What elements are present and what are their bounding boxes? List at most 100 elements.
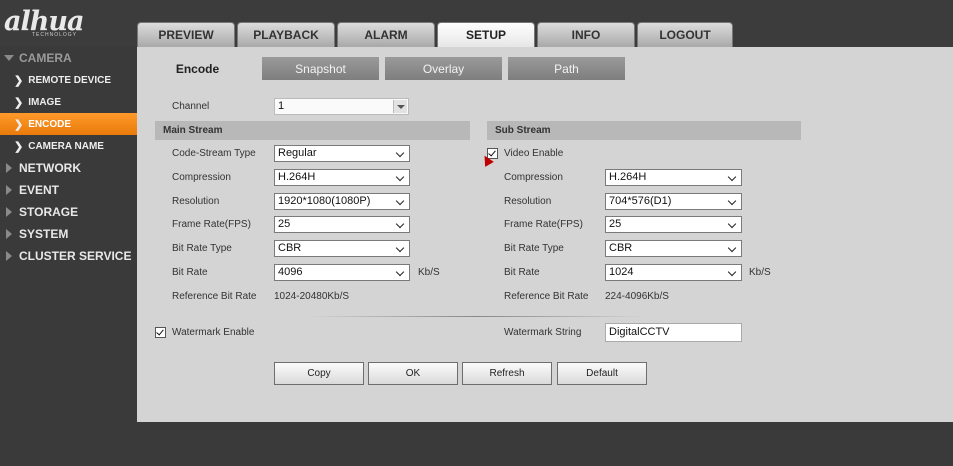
channel-select[interactable]: 1 xyxy=(274,98,409,115)
main-bit-rate-type-label: Bit Rate Type xyxy=(172,243,232,254)
dropdown-arrow-icon xyxy=(393,100,407,113)
sub-resolution-select[interactable]: 704*576(D1) xyxy=(605,193,742,210)
sidebar-item-camera-name[interactable]: ❯ CAMERA NAME xyxy=(0,135,137,157)
sub-bit-rate-unit: Kb/S xyxy=(749,267,771,278)
dropdown-arrow-icon xyxy=(727,267,739,278)
logo-subtext: TECHNOLOGY xyxy=(32,32,78,38)
watermark-string-label: Watermark String xyxy=(504,327,582,338)
chevron-right-icon: ❯ xyxy=(14,118,24,131)
sub-frame-rate-label: Frame Rate(FPS) xyxy=(504,219,583,230)
main-resolution-label: Resolution xyxy=(172,196,220,207)
watermark-enable-label: Watermark Enable xyxy=(172,327,255,338)
sub-compression-value: H.264H xyxy=(609,171,647,183)
sidebar-item-label: ENCODE xyxy=(28,118,72,130)
sub-resolution-label: Resolution xyxy=(504,196,552,207)
refresh-button[interactable]: Refresh xyxy=(462,362,552,385)
tab-info[interactable]: INFO xyxy=(537,22,635,47)
main-bit-rate-unit: Kb/S xyxy=(418,267,440,278)
tab-preview[interactable]: PREVIEW xyxy=(137,22,235,47)
collapsed-triangle-icon xyxy=(6,163,12,173)
subtab-snapshot[interactable]: Snapshot xyxy=(262,57,379,80)
sidebar-item-image[interactable]: ❯ IMAGE xyxy=(0,91,137,113)
subtab-encode[interactable]: Encode xyxy=(139,57,256,80)
copy-button[interactable]: Copy xyxy=(274,362,364,385)
ok-button[interactable]: OK xyxy=(368,362,458,385)
sidebar-item-label: REMOTE DEVICE xyxy=(28,74,112,86)
check-icon xyxy=(156,327,164,336)
sidebar-item-remote-device[interactable]: ❯ REMOTE DEVICE xyxy=(0,69,137,91)
tab-logout[interactable]: LOGOUT xyxy=(637,22,733,47)
tab-alarm[interactable]: ALARM xyxy=(337,22,435,47)
video-enable-label: Video Enable xyxy=(504,148,564,159)
main-frame-rate-value: 25 xyxy=(278,218,291,230)
dropdown-arrow-icon xyxy=(395,196,407,207)
sub-frame-rate-select[interactable]: 25 xyxy=(605,216,742,233)
dropdown-arrow-icon xyxy=(727,243,739,254)
sidebar: CAMERA ❯ REMOTE DEVICE ❯ IMAGE ❯ ENCODE … xyxy=(0,47,137,466)
dropdown-arrow-icon xyxy=(395,172,407,183)
chevron-right-icon: ❯ xyxy=(14,74,24,87)
dropdown-arrow-icon xyxy=(395,219,407,230)
header: alhua TECHNOLOGY PREVIEW PLAYBACK ALARM … xyxy=(0,0,953,47)
subtab-path[interactable]: Path xyxy=(508,57,625,80)
main-frame-rate-select[interactable]: 25 xyxy=(274,216,410,233)
sidebar-section-label: EVENT xyxy=(19,183,60,197)
dropdown-arrow-icon xyxy=(727,219,739,230)
sidebar-section-storage[interactable]: STORAGE xyxy=(0,201,137,223)
top-navigation: PREVIEW PLAYBACK ALARM SETUP INFO LOGOUT xyxy=(137,22,735,47)
sub-bit-rate-type-select[interactable]: CBR xyxy=(605,240,742,257)
collapsed-triangle-icon xyxy=(6,251,12,261)
sub-compression-select[interactable]: H.264H xyxy=(605,169,742,186)
main-bit-rate-label: Bit Rate xyxy=(172,267,208,278)
encode-panel: Encode Snapshot Overlay Path Channel 1 M… xyxy=(137,47,953,422)
main-bit-rate-type-value: CBR xyxy=(278,242,302,254)
main-bit-rate-select[interactable]: 4096 xyxy=(274,264,410,281)
sub-frame-rate-value: 25 xyxy=(609,218,622,230)
sidebar-section-label: SYSTEM xyxy=(19,227,69,241)
sub-reference-bit-rate-label: Reference Bit Rate xyxy=(504,291,589,302)
sub-stream-header: Sub Stream xyxy=(487,121,801,140)
sub-bit-rate-label: Bit Rate xyxy=(504,267,540,278)
main-bit-rate-type-select[interactable]: CBR xyxy=(274,240,410,257)
dropdown-arrow-icon xyxy=(727,196,739,207)
code-stream-type-value: Regular xyxy=(278,147,317,159)
sidebar-section-system[interactable]: SYSTEM xyxy=(0,223,137,245)
dropdown-arrow-icon xyxy=(395,148,407,159)
main-reference-bit-rate-label: Reference Bit Rate xyxy=(172,291,257,302)
sub-resolution-value: 704*576(D1) xyxy=(609,195,672,207)
channel-label: Channel xyxy=(172,101,210,112)
sidebar-section-label: STORAGE xyxy=(19,205,79,219)
sidebar-item-label: CAMERA NAME xyxy=(28,140,104,152)
code-stream-type-label: Code-Stream Type xyxy=(172,148,256,159)
sidebar-section-label: CAMERA xyxy=(19,51,72,65)
sidebar-section-label: CLUSTER SERVICE xyxy=(19,249,132,263)
section-divider xyxy=(307,316,647,317)
sidebar-section-network[interactable]: NETWORK xyxy=(0,157,137,179)
default-button[interactable]: Default xyxy=(557,362,647,385)
sub-bit-rate-value: 1024 xyxy=(609,266,634,278)
sidebar-item-encode[interactable]: ❯ ENCODE xyxy=(0,113,137,135)
collapsed-triangle-icon xyxy=(6,185,12,195)
collapsed-triangle-icon xyxy=(6,207,12,217)
sub-reference-bit-rate-value: 224-4096Kb/S xyxy=(605,291,669,302)
main-frame-rate-label: Frame Rate(FPS) xyxy=(172,219,251,230)
subtab-overlay[interactable]: Overlay xyxy=(385,57,502,80)
main-compression-select[interactable]: H.264H xyxy=(274,169,410,186)
main-resolution-select[interactable]: 1920*1080(1080P) xyxy=(274,193,410,210)
sidebar-section-cluster-service[interactable]: CLUSTER SERVICE xyxy=(0,245,137,267)
collapsed-triangle-icon xyxy=(6,229,12,239)
watermark-enable-checkbox[interactable] xyxy=(155,327,166,338)
sidebar-section-event[interactable]: EVENT xyxy=(0,179,137,201)
watermark-string-input[interactable]: DigitalCCTV xyxy=(605,323,742,342)
tab-playback[interactable]: PLAYBACK xyxy=(237,22,335,47)
expanded-triangle-icon xyxy=(4,55,14,61)
sidebar-section-label: NETWORK xyxy=(19,161,81,175)
code-stream-type-select[interactable]: Regular xyxy=(274,145,410,162)
tab-setup[interactable]: SETUP xyxy=(437,22,535,47)
main-bit-rate-value: 4096 xyxy=(278,266,303,278)
dropdown-arrow-icon xyxy=(395,267,407,278)
sidebar-section-camera[interactable]: CAMERA xyxy=(0,47,137,69)
main-reference-bit-rate-value: 1024-20480Kb/S xyxy=(274,291,350,302)
sub-bit-rate-select[interactable]: 1024 xyxy=(605,264,742,281)
sub-compression-label: Compression xyxy=(504,172,563,183)
